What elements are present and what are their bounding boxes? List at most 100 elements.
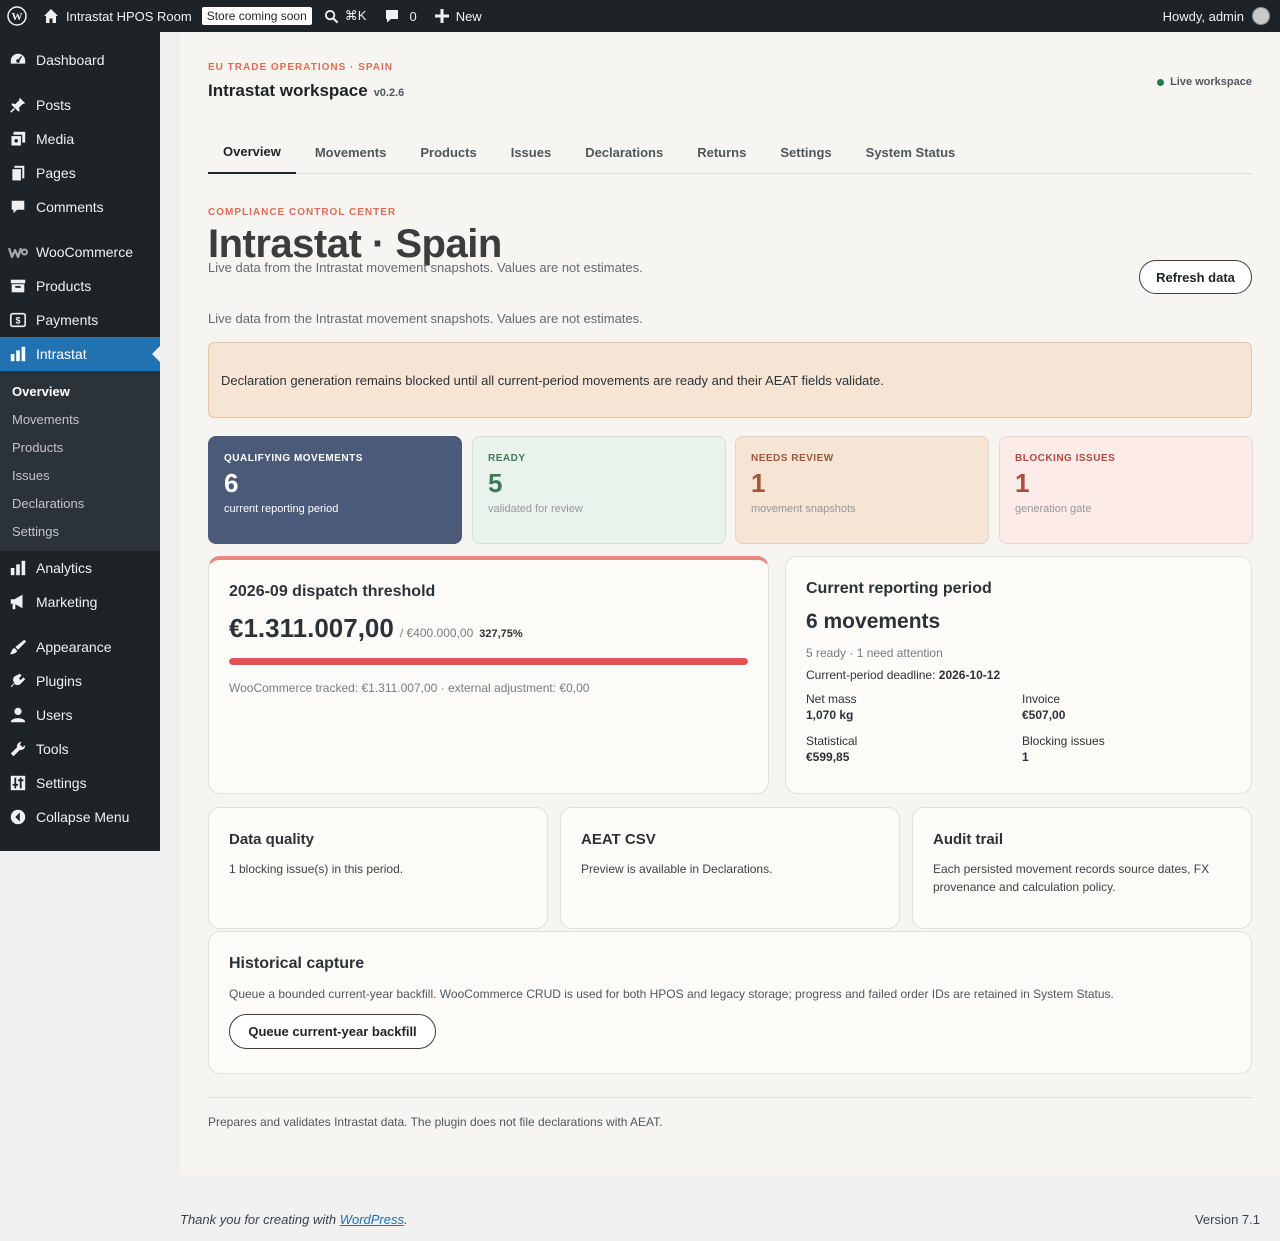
plugin-icon <box>8 671 28 691</box>
submenu-item-issues[interactable]: Issues <box>0 461 160 489</box>
tab-declarations[interactable]: Declarations <box>570 131 678 174</box>
metric-label: Blocking issues <box>1022 734 1105 748</box>
historical-text: Queue a bounded current-year backfill. W… <box>229 987 1114 1001</box>
brush-icon <box>8 637 28 657</box>
pages-icon <box>8 163 28 183</box>
deadline-value: 2026-10-12 <box>938 668 1001 682</box>
store-coming-soon-badge[interactable]: Store coming soon <box>201 7 312 25</box>
hero-eyebrow: COMPLIANCE CONTROL CENTER <box>208 207 397 218</box>
deadline-label: Current-period deadline: <box>806 668 936 682</box>
shortcut-label: ⌘K <box>344 8 367 23</box>
sidebar-item-label: Collapse Menu <box>36 809 130 825</box>
metric-label: Net mass <box>806 692 857 706</box>
metric-blocking-issues: Blocking issues 1 <box>1022 734 1238 764</box>
metric-value: 1,070 kg <box>806 708 854 722</box>
sidebar-item-media[interactable]: Media <box>0 122 160 156</box>
tab-overview[interactable]: Overview <box>208 131 296 174</box>
sidebar-item-label: Payments <box>36 312 99 328</box>
analytics-icon <box>8 558 28 578</box>
wordpress-link[interactable]: WordPress <box>340 1212 404 1227</box>
tab-system-status[interactable]: System Status <box>851 131 971 174</box>
stat-sub: current reporting period <box>224 503 339 515</box>
howdy-label: Howdy, admin <box>1162 8 1244 24</box>
stat-value: 6 <box>224 468 239 498</box>
threshold-limit: / €400.000,00 <box>399 626 474 640</box>
settings-icon <box>8 773 28 793</box>
site-name: Intrastat HPOS Room <box>66 8 192 24</box>
site-name-link[interactable]: Intrastat HPOS Room <box>35 0 200 32</box>
new-label: New <box>455 8 482 24</box>
historical-capture-card: Historical capture Queue a bounded curre… <box>208 931 1252 1074</box>
sidebar-item-label: Pages <box>36 165 76 181</box>
sidebar-item-marketing[interactable]: Marketing <box>0 585 160 619</box>
workspace-header: EU TRADE OPERATIONS · SPAIN Intrastat wo… <box>208 62 1252 101</box>
svg-text:W: W <box>12 11 23 23</box>
comments-count: 0 <box>409 8 417 24</box>
my-account-menu[interactable]: Howdy, admin <box>1163 7 1280 25</box>
threshold-progress-bar <box>229 658 748 665</box>
stat-label: READY <box>488 453 526 464</box>
command-palette-button[interactable]: ⌘K <box>312 0 375 32</box>
metric-label: Statistical <box>806 734 858 748</box>
metric-value: 1 <box>1022 750 1029 764</box>
tab-movements[interactable]: Movements <box>300 131 402 174</box>
period-summary: 5 ready · 1 need attention <box>806 646 943 660</box>
sidebar-item-payments[interactable]: $ Payments <box>0 303 160 337</box>
metric-value: €599,85 <box>806 750 850 764</box>
dashboard-icon <box>8 50 28 70</box>
hero-subtitle-repeat: Live data from the Intrastat movement sn… <box>208 311 643 326</box>
threshold-note: WooCommerce tracked: €1.311.007,00 · ext… <box>229 681 590 695</box>
info-card-text: Each persisted movement records source d… <box>933 862 1210 894</box>
info-card-title: Data quality <box>229 831 315 848</box>
metric-label: Invoice <box>1022 692 1061 706</box>
sidebar-item-intrastat[interactable]: Intrastat <box>0 337 160 371</box>
submenu-item-settings[interactable]: Settings <box>0 517 160 545</box>
threshold-title: 2026-09 dispatch threshold <box>229 583 436 600</box>
sidebar-item-analytics[interactable]: Analytics <box>0 551 160 585</box>
sidebar-item-label: Intrastat <box>36 346 87 362</box>
stat-card-ready: READY 5 validated for review <box>472 436 726 544</box>
woocommerce-icon <box>8 242 28 262</box>
queue-backfill-button[interactable]: Queue current-year backfill <box>229 1014 436 1049</box>
submenu-item-declarations[interactable]: Declarations <box>0 489 160 517</box>
threshold-progress-fill <box>229 658 748 665</box>
sidebar-item-settings[interactable]: Settings <box>0 766 160 800</box>
sidebar-item-comments[interactable]: Comments <box>0 190 160 224</box>
collapse-menu-button[interactable]: Collapse Menu <box>0 800 160 834</box>
comments-link[interactable]: 0 <box>374 0 424 32</box>
threshold-amount: €1.311.007,00 <box>229 613 394 643</box>
tab-returns[interactable]: Returns <box>682 131 761 174</box>
sidebar-item-appearance[interactable]: Appearance <box>0 630 160 664</box>
intrastat-submenu: Overview Movements Products Issues Decla… <box>0 371 160 551</box>
sidebar-item-tools[interactable]: Tools <box>0 732 160 766</box>
tab-issues[interactable]: Issues <box>496 131 566 174</box>
users-icon <box>8 705 28 725</box>
info-card-title: Audit trail <box>933 831 1003 848</box>
submenu-item-movements[interactable]: Movements <box>0 405 160 433</box>
stat-sub: generation gate <box>1015 503 1092 515</box>
new-content-button[interactable]: New <box>425 0 490 32</box>
wordpress-logo-icon[interactable]: W <box>0 0 35 32</box>
submenu-item-products[interactable]: Products <box>0 433 160 461</box>
sidebar-item-label: Dashboard <box>36 52 105 68</box>
page-footer-divider <box>208 1097 1252 1098</box>
live-status: Live workspace <box>1157 76 1252 88</box>
sidebar-item-plugins[interactable]: Plugins <box>0 664 160 698</box>
period-count: 6 movements <box>806 610 941 633</box>
tab-products[interactable]: Products <box>405 131 491 174</box>
audit-trail-card: Audit trail Each persisted movement reco… <box>912 807 1252 929</box>
footer-thanks-text: Thank you for creating with <box>180 1212 340 1227</box>
sidebar-item-woocommerce[interactable]: WooCommerce <box>0 235 160 269</box>
stat-sub: validated for review <box>488 503 583 515</box>
sidebar-item-pages[interactable]: Pages <box>0 156 160 190</box>
sidebar-item-dashboard[interactable]: Dashboard <box>0 43 160 77</box>
stat-value: 1 <box>1015 468 1030 498</box>
submenu-item-overview[interactable]: Overview <box>0 377 160 405</box>
refresh-data-button[interactable]: Refresh data <box>1139 260 1252 294</box>
sidebar-item-users[interactable]: Users <box>0 698 160 732</box>
sidebar-item-label: Settings <box>36 775 87 791</box>
sidebar-item-posts[interactable]: Posts <box>0 88 160 122</box>
sidebar-item-products[interactable]: Products <box>0 269 160 303</box>
tab-settings[interactable]: Settings <box>765 131 846 174</box>
stat-label: BLOCKING ISSUES <box>1015 453 1116 464</box>
